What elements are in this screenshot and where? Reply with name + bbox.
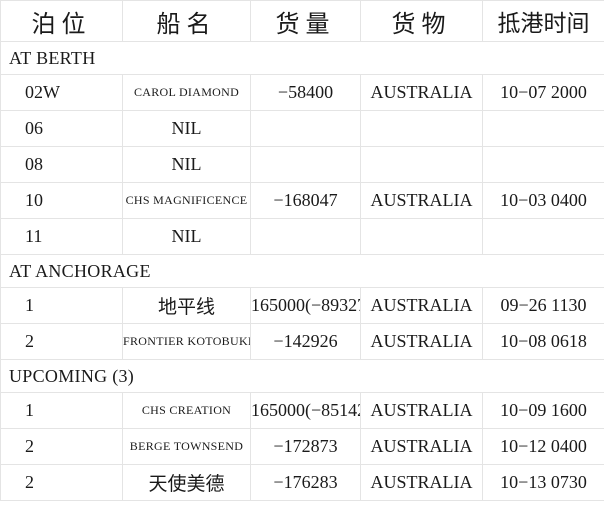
cargo-cell: AUSTRALIA [360,323,483,360]
berth-cell: 02W [0,74,123,111]
quantity-cell: 165000(−85142) [250,392,361,429]
quantity-cell [250,146,361,183]
table-row: 08 NIL [0,146,604,183]
ship-name-cell: NIL [122,146,251,183]
quantity-cell: −142926 [250,323,361,360]
table-row: 11 NIL [0,218,604,255]
cargo-cell: AUSTRALIA [360,428,483,465]
berth-cell: 2 [0,464,123,501]
section-title: AT ANCHORAGE [0,254,604,288]
arrival-cell: 09−26 1130 [482,287,604,324]
port-schedule-table: 泊位 船名 货量 货物 抵港时间 AT BERTH 02W CAROL DIAM… [0,0,604,501]
ship-name-cell: BERGE TOWNSEND [122,428,251,465]
quantity-cell: −172873 [250,428,361,465]
cargo-cell: AUSTRALIA [360,182,483,219]
arrival-cell [482,218,604,255]
ship-name-cell: 天使美德 [122,464,251,501]
berth-cell: 06 [0,110,123,147]
table-row: 2 FRONTIER KOTOBUKI −142926 AUSTRALIA 10… [0,323,604,360]
arrival-cell [482,110,604,147]
ship-name-cell: NIL [122,218,251,255]
berth-cell: 10 [0,182,123,219]
arrival-cell [482,146,604,183]
berth-cell: 1 [0,392,123,429]
quantity-cell: −58400 [250,74,361,111]
arrival-cell: 10−08 0618 [482,323,604,360]
table-row: 1 地平线 165000(−89327) AUSTRALIA 09−26 113… [0,287,604,324]
ship-name-cell: 地平线 [122,287,251,324]
berth-cell: 2 [0,323,123,360]
ship-name-cell: FRONTIER KOTOBUKI [122,323,251,360]
section-title: UPCOMING (3) [0,359,604,393]
quantity-cell: 165000(−89327) [250,287,361,324]
header-berth: 泊位 [0,0,123,42]
header-cargo: 货物 [360,0,483,42]
quantity-cell [250,110,361,147]
port-schedule-sheet: 泊位 船名 货量 货物 抵港时间 AT BERTH 02W CAROL DIAM… [0,0,604,517]
berth-cell: 11 [0,218,123,255]
ship-name-cell: NIL [122,110,251,147]
table-row: 02W CAROL DIAMOND −58400 AUSTRALIA 10−07… [0,74,604,111]
arrival-cell: 10−07 2000 [482,74,604,111]
cargo-cell: AUSTRALIA [360,74,483,111]
cargo-cell: AUSTRALIA [360,464,483,501]
ship-name-cell: CAROL DIAMOND [122,74,251,111]
ship-name-cell: CHS CREATION [122,392,251,429]
cargo-cell [360,146,483,183]
berth-cell: 08 [0,146,123,183]
quantity-cell: −168047 [250,182,361,219]
cargo-cell [360,110,483,147]
header-row: 泊位 船名 货量 货物 抵港时间 [0,0,604,42]
berth-cell: 2 [0,428,123,465]
table-row: 10 CHS MAGNIFICENCE −168047 AUSTRALIA 10… [0,182,604,219]
arrival-cell: 10−12 0400 [482,428,604,465]
header-arrival-time: 抵港时间 [482,0,604,42]
cargo-cell: AUSTRALIA [360,287,483,324]
arrival-cell: 10−13 0730 [482,464,604,501]
section-row-at-berth: AT BERTH [0,41,604,75]
table-row: 2 BERGE TOWNSEND −172873 AUSTRALIA 10−12… [0,428,604,465]
section-title: AT BERTH [0,41,604,75]
table-row: 2 天使美德 −176283 AUSTRALIA 10−13 0730 [0,464,604,501]
section-row-upcoming: UPCOMING (3) [0,359,604,393]
arrival-cell: 10−03 0400 [482,182,604,219]
table-row: 06 NIL [0,110,604,147]
table-row: 1 CHS CREATION 165000(−85142) AUSTRALIA … [0,392,604,429]
section-row-at-anchorage: AT ANCHORAGE [0,254,604,288]
ship-name-cell: CHS MAGNIFICENCE [122,182,251,219]
cargo-cell: AUSTRALIA [360,392,483,429]
header-ship-name: 船名 [122,0,251,42]
header-quantity: 货量 [250,0,361,42]
arrival-cell: 10−09 1600 [482,392,604,429]
cargo-cell [360,218,483,255]
quantity-cell: −176283 [250,464,361,501]
quantity-cell [250,218,361,255]
berth-cell: 1 [0,287,123,324]
